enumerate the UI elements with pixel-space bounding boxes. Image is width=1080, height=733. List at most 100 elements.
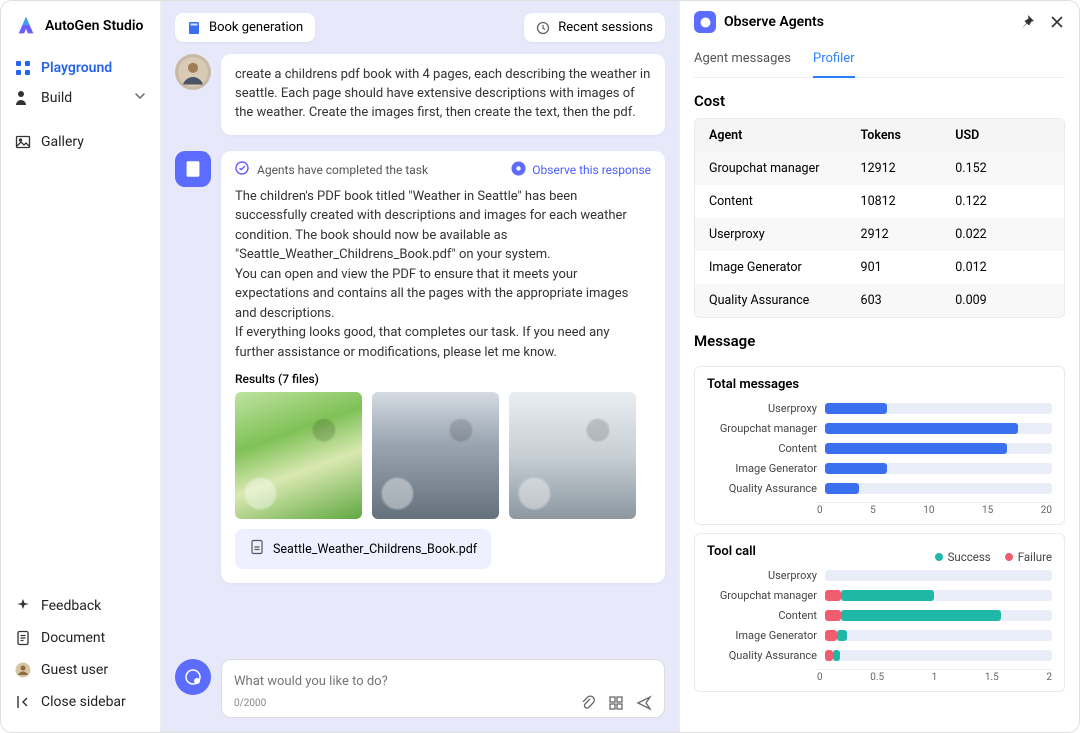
cost-table-head: Agent Tokens USD <box>695 119 1064 152</box>
nav-build[interactable]: Build <box>1 83 160 113</box>
composer-input[interactable] <box>234 674 652 689</box>
col-agent: Agent <box>709 128 861 143</box>
nav-label: Document <box>41 630 105 646</box>
sparkle-icon <box>15 598 31 614</box>
nav-gallery[interactable]: Gallery <box>1 127 160 157</box>
nav-label: Guest user <box>41 662 108 678</box>
image-icon <box>15 134 31 150</box>
bar-row: Quality Assurance <box>707 482 1052 495</box>
bar-row: Image Generator <box>707 629 1052 642</box>
bar-track <box>825 590 1052 601</box>
pdf-icon <box>249 539 265 559</box>
composer-wrap: 0/2000 <box>161 649 679 732</box>
nav-playground[interactable]: Playground <box>1 53 160 83</box>
book-icon <box>187 21 201 35</box>
bar-track <box>825 630 1052 641</box>
cost-table: Agent Tokens USD Groupchat manager129120… <box>694 118 1065 318</box>
agent-response-row: Agents have completed the task Observe t… <box>175 151 665 584</box>
cost-row: Image Generator9010.012 <box>695 251 1064 284</box>
recent-sessions-chip[interactable]: Recent sessions <box>524 13 665 42</box>
result-image-sunny[interactable] <box>235 392 362 519</box>
collapse-icon <box>15 694 31 710</box>
observe-response-link[interactable]: Observe this response <box>511 161 651 179</box>
bar-label: Quality Assurance <box>707 649 817 662</box>
nav-close-sidebar[interactable]: Close sidebar <box>1 686 160 718</box>
observe-header: Observe Agents <box>694 11 1065 33</box>
user-message-row: create a childrens pdf book with 4 pages… <box>175 54 665 135</box>
clock-icon <box>536 21 550 35</box>
logo-icon <box>15 15 37 37</box>
attach-icon[interactable] <box>580 695 596 711</box>
task-card: Agents have completed the task Observe t… <box>221 151 665 584</box>
session-chip[interactable]: Book generation <box>175 13 315 42</box>
composer-char-count: 0/2000 <box>234 698 266 709</box>
total-messages-chart: Total messages Userproxy Groupchat manag… <box>694 366 1065 525</box>
bar-row: Content <box>707 442 1052 455</box>
chart-title: Tool call <box>707 544 756 559</box>
observe-header-icon <box>694 11 716 33</box>
close-icon[interactable] <box>1049 14 1065 30</box>
tab-agent-messages[interactable]: Agent messages <box>694 45 791 77</box>
cost-heading: Cost <box>694 92 1065 110</box>
chat-body[interactable]: create a childrens pdf book with 4 pages… <box>161 54 679 649</box>
message-heading: Message <box>694 332 1065 350</box>
bar-track <box>825 650 1052 661</box>
bar-track <box>825 403 1052 414</box>
check-circle-icon <box>235 161 249 178</box>
bar-track <box>825 463 1052 474</box>
chart-title: Total messages <box>707 377 1052 392</box>
cost-row: Userproxy29120.022 <box>695 218 1064 251</box>
agent-avatar <box>175 151 211 187</box>
result-image-snowy[interactable] <box>509 392 636 519</box>
nav-feedback[interactable]: Feedback <box>1 590 160 622</box>
observe-link-label: Observe this response <box>532 163 651 177</box>
bar-label: Userproxy <box>707 402 817 415</box>
result-image-rainy[interactable] <box>372 392 499 519</box>
bar-label: Groupchat manager <box>707 422 817 435</box>
bar-label: Userproxy <box>707 569 817 582</box>
bar-track <box>825 610 1052 621</box>
bar-label: Groupchat manager <box>707 589 817 602</box>
agent-response-text: The children's PDF book titled "Weather … <box>235 187 651 363</box>
bar-row: Image Generator <box>707 462 1052 475</box>
chat-header: Book generation Recent sessions <box>161 1 679 54</box>
person-wrench-icon <box>15 90 31 106</box>
bar-row: Userproxy <box>707 402 1052 415</box>
send-icon[interactable] <box>636 695 652 711</box>
col-tokens: Tokens <box>861 128 956 143</box>
cost-row: Content108120.122 <box>695 185 1064 218</box>
tab-profiler[interactable]: Profiler <box>813 45 855 78</box>
result-pdf-chip[interactable]: Seattle_Weather_Childrens_Book.pdf <box>235 529 491 569</box>
bar-label: Content <box>707 609 817 622</box>
recent-chip-label: Recent sessions <box>558 20 653 35</box>
bar-track <box>825 570 1052 581</box>
cost-row: Quality Assurance6030.009 <box>695 284 1064 317</box>
nav-label: Gallery <box>41 134 84 150</box>
user-avatar <box>175 54 211 90</box>
pdf-filename: Seattle_Weather_Childrens_Book.pdf <box>273 542 477 557</box>
bar-row: Groupchat manager <box>707 422 1052 435</box>
apps-icon[interactable] <box>608 695 624 711</box>
observe-title: Observe Agents <box>724 14 824 30</box>
observe-icon <box>511 161 526 179</box>
bar-row: Groupchat manager <box>707 589 1052 602</box>
user-message: create a childrens pdf book with 4 pages… <box>221 54 665 135</box>
sidebar: AutoGen Studio Playground Build Gallery … <box>1 1 161 732</box>
bar-track <box>825 423 1052 434</box>
nav-document[interactable]: Document <box>1 622 160 654</box>
bar-track <box>825 483 1052 494</box>
composer-agent-icon <box>175 659 211 695</box>
brand-name: AutoGen Studio <box>45 18 143 34</box>
nav-guest-user[interactable]: Guest user <box>1 654 160 686</box>
bar-label: Image Generator <box>707 462 817 475</box>
col-usd: USD <box>955 128 1050 143</box>
bar-row: Userproxy <box>707 569 1052 582</box>
bar-row: Content <box>707 609 1052 622</box>
bar-label: Quality Assurance <box>707 482 817 495</box>
pin-icon[interactable] <box>1019 14 1035 30</box>
bar-label: Content <box>707 442 817 455</box>
composer: 0/2000 <box>221 659 665 718</box>
result-thumbnails <box>235 392 651 519</box>
bar-label: Image Generator <box>707 629 817 642</box>
nav-label: Feedback <box>41 598 101 614</box>
